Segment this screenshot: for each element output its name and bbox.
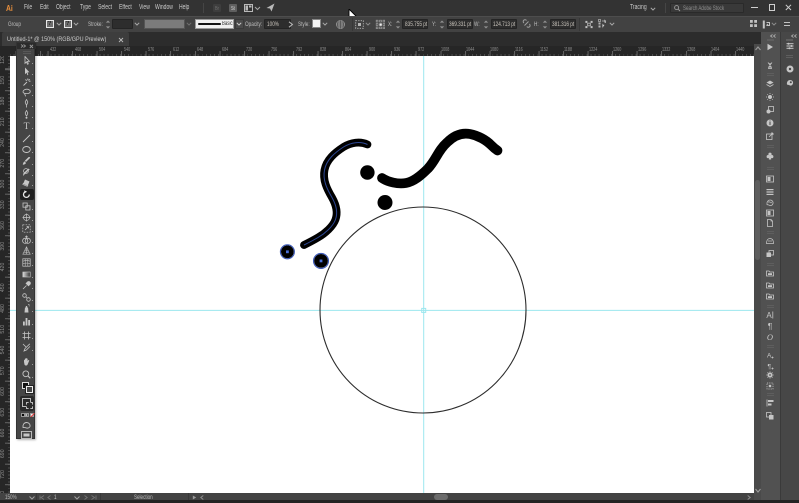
svg-text:240: 240 xyxy=(0,138,6,147)
svg-text:¶: ¶ xyxy=(768,322,773,330)
svg-text:390: 390 xyxy=(0,242,6,251)
svg-text:180: 180 xyxy=(0,97,6,106)
svg-text:T: T xyxy=(24,122,30,130)
svg-text:690: 690 xyxy=(0,449,6,458)
svg-text:330: 330 xyxy=(0,200,6,209)
svg-text:630: 630 xyxy=(0,408,6,417)
svg-text:660: 660 xyxy=(0,429,6,438)
svg-text:600: 600 xyxy=(0,387,6,396)
svg-text:450: 450 xyxy=(0,283,6,292)
svg-text:570: 570 xyxy=(0,366,6,375)
svg-text:360: 360 xyxy=(0,221,6,230)
svg-text:210: 210 xyxy=(0,117,6,126)
svg-text:540: 540 xyxy=(0,346,6,355)
svg-text:150: 150 xyxy=(0,76,6,85)
svg-text:¶: ¶ xyxy=(767,364,771,371)
svg-text:A: A xyxy=(766,311,772,319)
svg-text:480: 480 xyxy=(0,304,6,313)
svg-text:720: 720 xyxy=(0,470,6,479)
svg-text:O: O xyxy=(767,333,773,341)
svg-text:420: 420 xyxy=(0,263,6,272)
svg-text:510: 510 xyxy=(0,325,6,334)
svg-text:270: 270 xyxy=(0,159,6,168)
svg-text:300: 300 xyxy=(0,180,6,189)
svg-text:A: A xyxy=(767,353,772,360)
svg-text:120: 120 xyxy=(0,56,6,64)
